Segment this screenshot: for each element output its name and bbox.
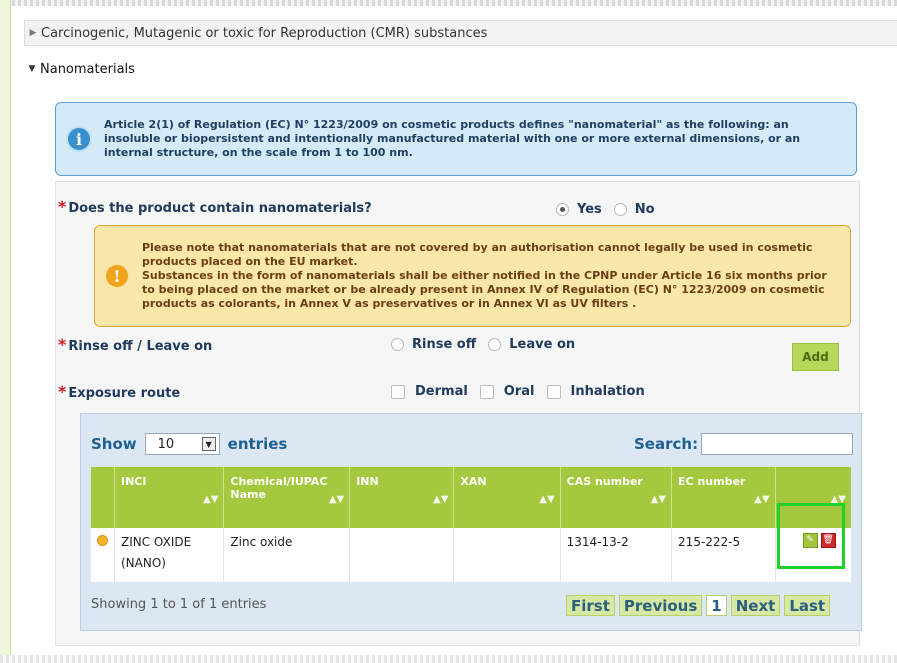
row-status-cell xyxy=(91,528,115,582)
sort-icon: ▲▼ xyxy=(539,494,555,505)
required-icon: * xyxy=(58,197,67,216)
search-input[interactable] xyxy=(701,433,854,455)
table-search: Search: xyxy=(634,433,854,455)
nano-question-label: * Does the product contain nanomaterials? xyxy=(58,197,372,216)
sort-icon: ▲▼ xyxy=(433,494,449,505)
page-size-value: 10 xyxy=(157,436,175,452)
table-row: ZINC OXIDE (NANO) Zinc oxide 1314-13-2 2… xyxy=(91,528,851,582)
nanomaterials-table: INCI ▲▼ Chemical/IUPAC Name ▲▼ INN ▲▼ XAN ▲▼… xyxy=(91,467,851,582)
table-header-row: INCI ▲▼ Chemical/IUPAC Name ▲▼ INN ▲▼ XAN ▲▼… xyxy=(91,467,851,528)
radio-no-label: No xyxy=(634,202,655,217)
sort-icon: ▲▼ xyxy=(650,494,667,505)
section-cmr-header[interactable]: ▶ Carcinogenic, Mutagenic or toxic for R… xyxy=(24,20,897,46)
column-cas[interactable]: CAS number ▲▼ xyxy=(560,467,673,528)
top-border xyxy=(0,0,897,6)
add-button[interactable]: Add xyxy=(792,343,839,371)
warning-text: Please note that nanomaterials that are … xyxy=(142,241,842,311)
cell-inn xyxy=(349,528,455,582)
page-last-button[interactable]: Last xyxy=(784,595,831,616)
actions-highlight-box xyxy=(777,503,845,569)
checkbox-oral-label: Oral xyxy=(503,384,535,399)
rinse-label: * Rinse off / Leave on xyxy=(58,335,213,354)
radio-leave-on[interactable] xyxy=(488,338,502,351)
info-message: i Article 2(1) of Regulation (EC) N° 122… xyxy=(55,102,857,176)
cell-xan xyxy=(453,528,561,582)
warning-line-2: Substances in the form of nanomaterials … xyxy=(142,269,827,310)
cell-ec: 215-222-5 xyxy=(671,528,776,582)
checkbox-dermal-label: Dermal xyxy=(415,384,468,399)
column-chemical[interactable]: Chemical/IUPAC Name ▲▼ xyxy=(223,467,351,528)
page-previous-button[interactable]: Previous xyxy=(618,595,703,616)
sort-icon: ▲▼ xyxy=(754,494,770,505)
chevron-down-icon: ▼ xyxy=(201,437,216,451)
exposure-label: * Exposure route xyxy=(58,382,181,401)
checkbox-dermal[interactable] xyxy=(391,384,405,399)
radio-rinse-off[interactable] xyxy=(391,338,404,351)
required-icon: * xyxy=(58,335,67,354)
info-text: Article 2(1) of Regulation (EC) N° 1223/… xyxy=(104,118,801,159)
table-info: Showing 1 to 1 of 1 entries xyxy=(91,597,267,612)
warning-line-1: Please note that nanomaterials that are … xyxy=(142,241,813,268)
cell-inci: ZINC OXIDE (NANO) xyxy=(114,528,225,582)
rinse-options: Rinse off Leave on xyxy=(391,337,587,352)
exposure-options: Dermal Oral Inhalation xyxy=(391,384,657,399)
bottom-border xyxy=(0,655,897,663)
nanomaterials-table-wrapper: Show 10 ▼ entries Search: INCI ▲▼ Chemica… xyxy=(80,413,862,631)
column-inci[interactable]: INCI ▲▼ xyxy=(114,467,225,528)
radio-leave-on-label: Leave on xyxy=(509,337,576,352)
chevron-right-icon: ▶ xyxy=(29,28,37,38)
info-icon: i xyxy=(66,126,92,152)
sort-icon: ▲▼ xyxy=(203,494,219,505)
column-inn[interactable]: INN ▲▼ xyxy=(349,467,455,528)
required-icon: * xyxy=(58,382,67,401)
radio-yes-label: Yes xyxy=(577,202,602,217)
column-ec[interactable]: EC number ▲▼ xyxy=(671,467,776,528)
section-cmr-label: Carcinogenic, Mutagenic or toxic for Rep… xyxy=(41,25,488,41)
sort-icon: ▲▼ xyxy=(328,494,345,505)
chevron-down-icon: ▼ xyxy=(28,64,36,74)
page-next-button[interactable]: Next xyxy=(730,595,781,616)
column-icon xyxy=(91,467,115,528)
section-nano-header[interactable]: ▼ Nanomaterials xyxy=(24,56,897,82)
checkbox-oral[interactable] xyxy=(479,384,494,399)
search-label: Search: xyxy=(634,435,699,453)
nano-question-options: Yes No xyxy=(556,202,667,217)
page-size-select[interactable]: 10 ▼ xyxy=(144,433,220,455)
radio-no[interactable] xyxy=(613,203,627,216)
warning-dot-icon xyxy=(97,535,108,546)
column-xan[interactable]: XAN ▲▼ xyxy=(453,467,561,528)
warning-message: ! Please note that nanomaterials that ar… xyxy=(94,225,851,327)
radio-yes[interactable] xyxy=(556,203,569,216)
section-nano-label: Nanomaterials xyxy=(40,61,135,77)
page-size-control: Show 10 ▼ entries xyxy=(91,433,287,455)
radio-rinse-off-label: Rinse off xyxy=(412,337,477,352)
cell-cas: 1314-13-2 xyxy=(560,528,673,582)
page-first-button[interactable]: First xyxy=(566,595,615,616)
warning-icon: ! xyxy=(104,263,130,289)
pagination: First Previous 1 Next Last xyxy=(566,595,831,616)
page-current-button[interactable]: 1 xyxy=(706,595,727,616)
entries-label: entries xyxy=(227,435,288,453)
left-strip xyxy=(0,0,11,663)
show-label: Show xyxy=(91,435,137,453)
checkbox-inhalation[interactable] xyxy=(546,384,561,399)
checkbox-inhalation-label: Inhalation xyxy=(570,384,645,399)
cell-chemical: Zinc oxide xyxy=(223,528,351,582)
